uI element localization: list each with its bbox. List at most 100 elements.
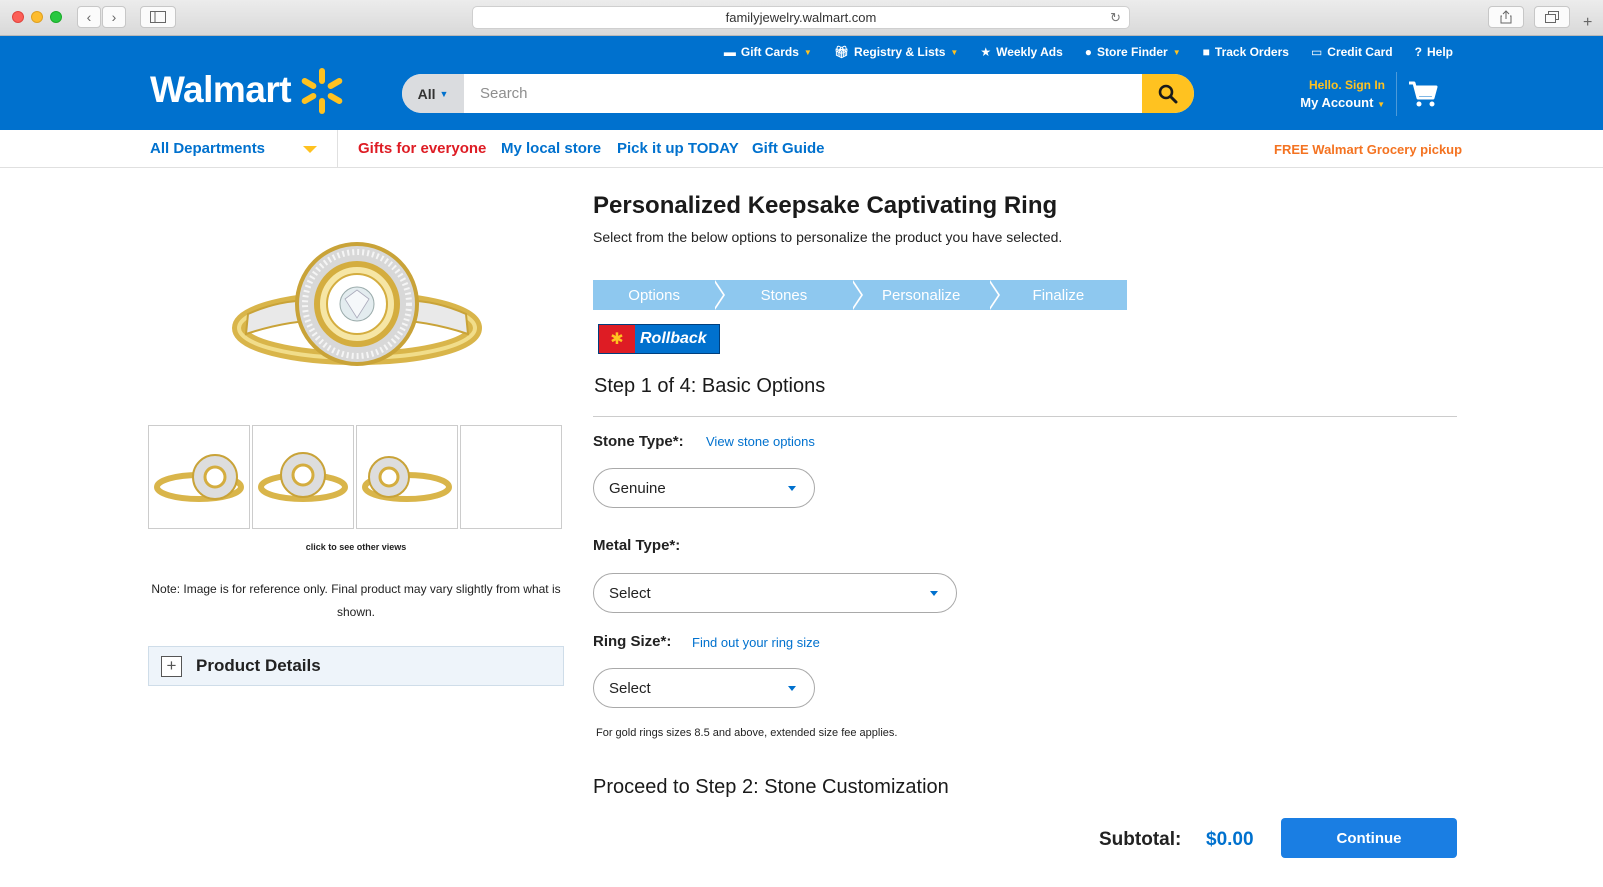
nav-link-pickup-today[interactable]: Pick it up TODAY (617, 140, 739, 157)
subtotal-label: Subtotal: (1099, 829, 1182, 850)
utility-label: Store Finder (1097, 45, 1168, 59)
search-input[interactable]: Search (480, 85, 528, 102)
nav-link-local-store[interactable]: My local store (501, 140, 601, 157)
address-bar[interactable]: familyjewelry.walmart.com ↻ (472, 6, 1130, 29)
help-icon: ? (1414, 45, 1422, 59)
utility-track-orders[interactable]: ■ Track Orders (1203, 45, 1289, 59)
utility-gift-cards[interactable]: ▬ Gift Cards ▼ (724, 45, 812, 59)
caret-down-icon (788, 685, 796, 691)
ring-main-image (232, 242, 482, 366)
caret-down-icon: ▼ (1377, 100, 1385, 109)
step-label: Options (628, 286, 680, 304)
close-window-button[interactable] (12, 11, 24, 23)
tabs-icon (1545, 11, 1559, 23)
caret-down-icon: ▼ (803, 47, 812, 57)
product-subtitle: Select from the below options to persona… (593, 229, 1063, 245)
department-nav: All Departments Gifts for everyone My lo… (0, 130, 1603, 168)
sidebar-toggle-button[interactable] (140, 6, 176, 28)
ring-thumbnail-image (154, 454, 244, 502)
search-button[interactable] (1142, 74, 1194, 113)
nav-link-gift-guide[interactable]: Gift Guide (752, 140, 825, 157)
caret-down-icon: ▼ (950, 47, 959, 57)
ring-size-label: Ring Size*: (593, 633, 672, 650)
stone-type-select[interactable]: Genuine (593, 468, 815, 508)
search-bar: All ▼ Search (402, 74, 1194, 113)
rollback-spark-icon: ✱ (599, 325, 635, 353)
utility-help[interactable]: ? Help (1415, 45, 1453, 59)
browser-toolbar: ‹ › familyjewelry.walmart.com ↻ + (0, 0, 1603, 36)
utility-label: Credit Card (1327, 45, 1393, 59)
utility-registry-lists[interactable]: 🎁︎ Registry & Lists ▼ (834, 45, 959, 59)
walmart-spark-icon (301, 68, 343, 114)
thumbnail-strip (148, 425, 562, 529)
minimize-window-button[interactable] (31, 11, 43, 23)
step-label: Stones (760, 286, 808, 304)
ring-size-value: Select (609, 679, 651, 697)
view-stone-options-link[interactable]: View stone options (706, 434, 815, 449)
utility-credit-card[interactable]: ▭ Credit Card (1311, 45, 1393, 59)
product-details-accordion[interactable]: + Product Details (148, 646, 564, 686)
utility-nav: ▬ Gift Cards ▼ 🎁︎ Registry & Lists ▼ ★ W… (724, 45, 1453, 59)
step-personalize: Personalize (852, 280, 1000, 310)
utility-label: Track Orders (1214, 45, 1289, 59)
step-options: Options (593, 280, 726, 310)
my-account-label: My Account ▼ (1300, 95, 1385, 110)
expand-plus-icon[interactable]: + (161, 655, 182, 677)
step-heading: Step 1 of 4: Basic Options (594, 375, 826, 397)
cart-button[interactable] (1408, 80, 1438, 113)
thumbnail-view-4[interactable] (460, 425, 562, 529)
share-icon (1500, 10, 1512, 24)
utility-weekly-ads[interactable]: ★ Weekly Ads (980, 45, 1062, 59)
account-menu[interactable]: Hello. Sign In My Account ▼ (1283, 78, 1385, 110)
sidebar-icon (150, 11, 166, 23)
zoom-window-button[interactable] (50, 11, 62, 23)
share-button[interactable] (1488, 6, 1524, 28)
back-button[interactable]: ‹ (77, 6, 101, 28)
thumbnail-view-3[interactable] (356, 425, 458, 529)
image-disclaimer: Note: Image is for reference only. Final… (151, 582, 561, 619)
walmart-logo[interactable]: Walmart (150, 69, 292, 111)
tabs-overview-button[interactable] (1534, 6, 1570, 28)
card-icon: ▬ (723, 45, 736, 59)
star-icon: ★ (980, 45, 992, 59)
nav-link-gifts[interactable]: Gifts for everyone (358, 140, 486, 157)
ring-thumbnail-image (258, 452, 348, 502)
url-text: familyjewelry.walmart.com (725, 10, 877, 25)
all-departments-menu[interactable]: All Departments (150, 140, 265, 157)
forward-button[interactable]: › (102, 6, 126, 28)
metal-type-select[interactable]: Select (593, 573, 957, 613)
search-department-select[interactable]: All ▼ (402, 74, 464, 113)
caret-down-icon[interactable] (303, 146, 317, 153)
find-ring-size-link[interactable]: Find out your ring size (692, 635, 820, 650)
extended-size-note: For gold rings sizes 8.5 and above, exte… (596, 727, 898, 739)
thumbnail-hint: click to see other views (305, 542, 407, 552)
utility-store-finder[interactable]: ● Store Finder ▼ (1085, 45, 1181, 59)
caret-down-icon (788, 485, 796, 491)
thumbnail-view-2[interactable] (252, 425, 354, 529)
step-stones: Stones (715, 280, 863, 310)
search-icon (1158, 84, 1178, 103)
continue-button[interactable]: Continue (1281, 818, 1457, 858)
chevron-left-icon: ‹ (86, 9, 92, 25)
rollback-label: Rollback (640, 330, 707, 347)
product-title: Personalized Keepsake Captivating Ring (593, 192, 1058, 219)
section-divider (593, 416, 1457, 417)
caret-down-icon: ▼ (439, 88, 449, 99)
caret-down-icon: ▼ (1172, 47, 1181, 57)
search-department-label: All (417, 85, 436, 102)
stone-type-value: Genuine (609, 479, 666, 497)
header-divider (1396, 72, 1397, 116)
utility-label: Weekly Ads (996, 45, 1063, 59)
utility-label: Help (1426, 45, 1453, 59)
new-tab-icon[interactable]: + (1583, 14, 1592, 32)
reload-icon[interactable]: ↻ (1110, 10, 1121, 26)
sign-in-prompt: Hello. Sign In (1308, 78, 1385, 92)
thumbnail-view-1[interactable] (148, 425, 250, 529)
grocery-pickup-promo[interactable]: FREE Walmart Grocery pickup (1274, 142, 1462, 157)
step-finalize: Finalize (989, 280, 1128, 310)
cart-icon (1409, 81, 1438, 107)
next-step-heading: Proceed to Step 2: Stone Customization (593, 776, 949, 798)
ring-size-select[interactable]: Select (593, 668, 815, 708)
subtotal-value: $0.00 (1206, 829, 1254, 850)
chevron-fill (850, 280, 861, 310)
